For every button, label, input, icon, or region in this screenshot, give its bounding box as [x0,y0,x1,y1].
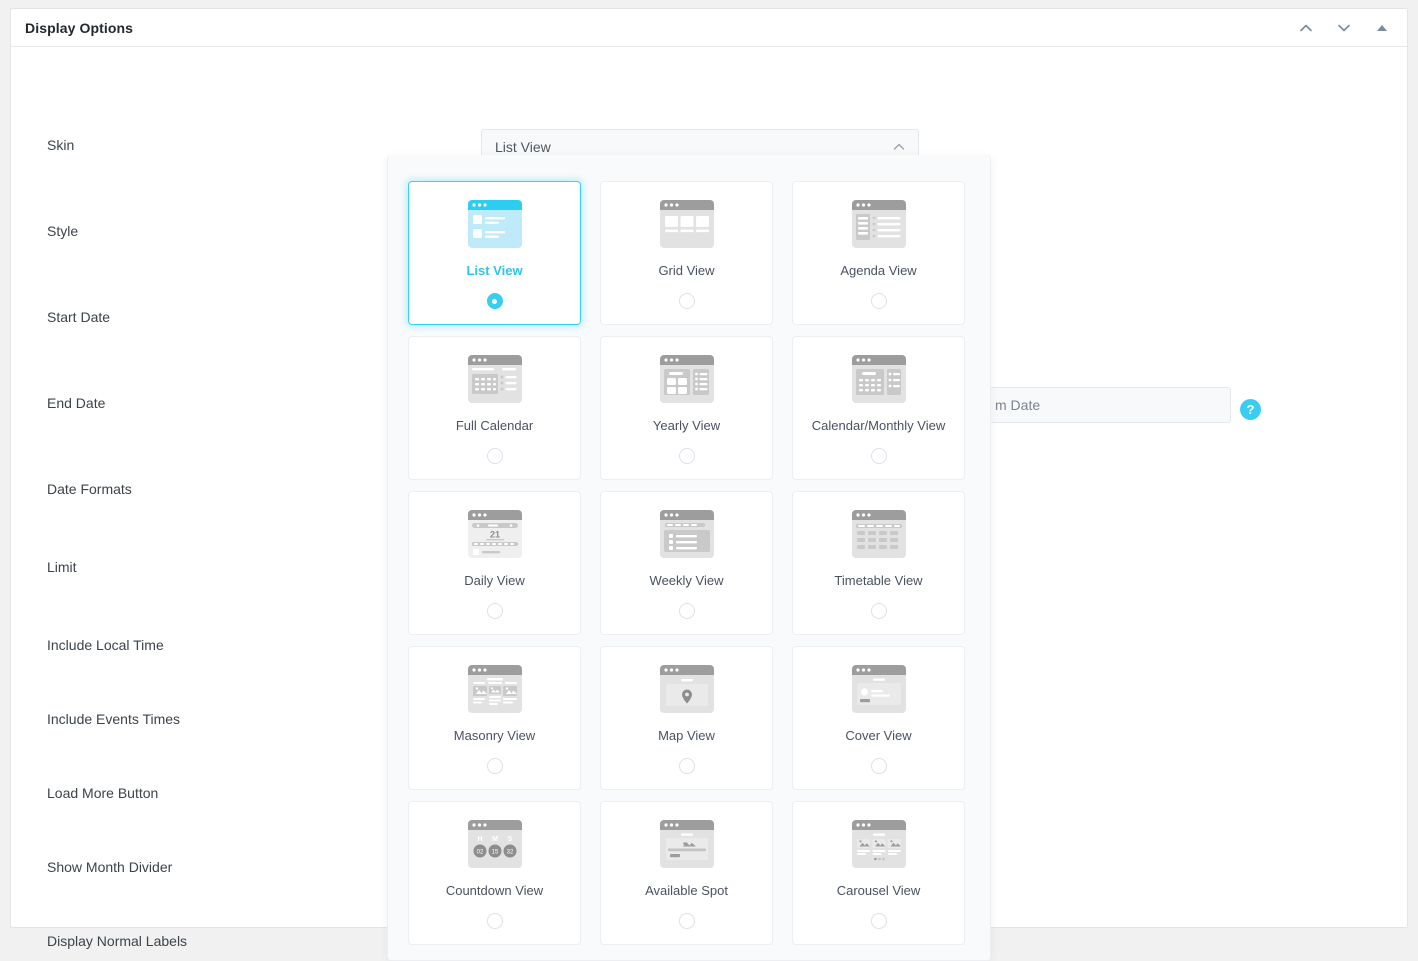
daily-view-icon: 21 [464,508,526,564]
svg-text:H: H [477,836,482,843]
form-label-include-events-times: Include Events Times [47,711,181,727]
countdown-view-icon: H M S 02 15 32 [464,818,526,874]
form-label-skin: Skin [47,137,75,153]
form-label-include-local-time: Include Local Time [47,637,164,653]
form-label-show-month-divider: Show Month Divider [47,859,173,875]
skin-option-label: List View [466,263,523,278]
skin-option-available-spot[interactable]: Available Spot [600,801,773,945]
skin-option-radio[interactable] [870,758,887,774]
page-title: Display Options [25,19,134,36]
skin-option-radio[interactable] [870,603,887,619]
skin-option-map-view[interactable]: Map View [600,646,773,790]
skin-option-carousel-view[interactable]: Carousel View [792,801,965,945]
display-options-panel: Display Options Skin Style Start Date End D… [10,8,1408,961]
svg-text:15: 15 [491,850,498,856]
skin-option-radio[interactable] [678,293,695,309]
svg-text:M: M [492,836,498,843]
skin-option-radio[interactable] [678,758,695,774]
skin-option-label: Agenda View [840,263,917,278]
weekly-view-icon [656,508,718,564]
skin-option-radio[interactable] [486,758,503,774]
agenda-view-icon [848,198,910,254]
skin-option-radio[interactable] [678,913,695,929]
svg-text:21: 21 [489,530,499,540]
skin-option-radio[interactable] [486,448,503,464]
skin-option-weekly-view[interactable]: Weekly View [600,491,773,635]
available-spot-icon [656,818,718,874]
skin-option-radio[interactable] [486,913,503,929]
form-label-style: Style [47,223,79,239]
form-label-display-normal-labels: Display Normal Labels [47,933,188,949]
skin-option-agenda-view[interactable]: Agenda View [792,181,965,325]
skin-option-label: Grid View [658,263,715,278]
skin-option-label: Weekly View [649,573,724,588]
skin-option-radio[interactable] [678,603,695,619]
skin-option-radio[interactable] [486,293,503,309]
panel-header-actions [1293,9,1395,46]
custom-date-value: m Date [995,397,1041,413]
skin-option-label: Countdown View [445,883,544,898]
skin-option-label: Cover View [845,728,912,743]
chevron-up-icon [892,140,906,154]
skin-option-grid-view[interactable]: Grid View [600,181,773,325]
skin-option-label: Available Spot [645,883,728,898]
skin-option-radio[interactable] [870,293,887,309]
svg-text:32: 32 [506,850,513,856]
skin-option-radio[interactable] [870,913,887,929]
monthly-view-icon [848,353,910,409]
help-icon[interactable]: ? [1240,399,1261,420]
skin-option-radio[interactable] [486,603,503,619]
skin-select-value: List View [495,138,551,155]
grid-view-icon [656,198,718,254]
skin-option-list-view[interactable]: List View [408,181,581,325]
form-label-end-date: End Date [47,395,106,411]
skin-option-label: Full Calendar [455,418,534,433]
masonry-view-icon [464,663,526,719]
skin-option-cover-view[interactable]: Cover View [792,646,965,790]
custom-date-input[interactable]: m Date [986,387,1231,423]
full-calendar-icon [464,353,526,409]
cover-view-icon [848,663,910,719]
timetable-view-icon [848,508,910,564]
collapse-icon[interactable] [1369,15,1395,41]
skin-option-grid: List View Grid View Agenda View Full Cal… [408,181,970,945]
svg-text:S: S [507,836,512,843]
skin-option-full-calendar[interactable]: Full Calendar [408,336,581,480]
skin-option-label: Yearly View [652,418,721,433]
skin-option-monthly-view[interactable]: Calendar/Monthly View [792,336,965,480]
form-label-limit: Limit [47,559,77,575]
skin-option-yearly-view[interactable]: Yearly View [600,336,773,480]
carousel-view-icon [848,818,910,874]
map-view-icon [656,663,718,719]
skin-option-label: Timetable View [834,573,923,588]
skin-option-daily-view[interactable]: 21 Daily View [408,491,581,635]
yearly-view-icon [656,353,718,409]
skin-option-radio[interactable] [678,448,695,464]
skin-option-label: Masonry View [453,728,536,743]
list-view-icon [464,198,526,254]
panel-header: Display Options [11,9,1407,47]
form-label-start-date: Start Date [47,309,111,325]
svg-text:02: 02 [476,850,483,856]
skin-option-timetable-view[interactable]: Timetable View [792,491,965,635]
form-label-date-formats: Date Formats [47,481,132,497]
skin-option-radio[interactable] [870,448,887,464]
form-body: Skin Style Start Date End Date Date Formats L… [11,47,1407,961]
skin-option-label: Map View [658,728,715,743]
skin-option-label: Carousel View [836,883,921,898]
skin-option-countdown-view[interactable]: H M S 02 15 32 Countdown View [408,801,581,945]
skin-option-label: Daily View [464,573,525,588]
skin-option-label: Calendar/Monthly View [811,418,946,433]
form-label-load-more-button: Load More Button [47,785,159,801]
skin-option-masonry-view[interactable]: Masonry View [408,646,581,790]
move-up-icon[interactable] [1293,15,1319,41]
skin-dropdown-panel: List View Grid View Agenda View Full Cal… [387,155,991,961]
move-down-icon[interactable] [1331,15,1357,41]
